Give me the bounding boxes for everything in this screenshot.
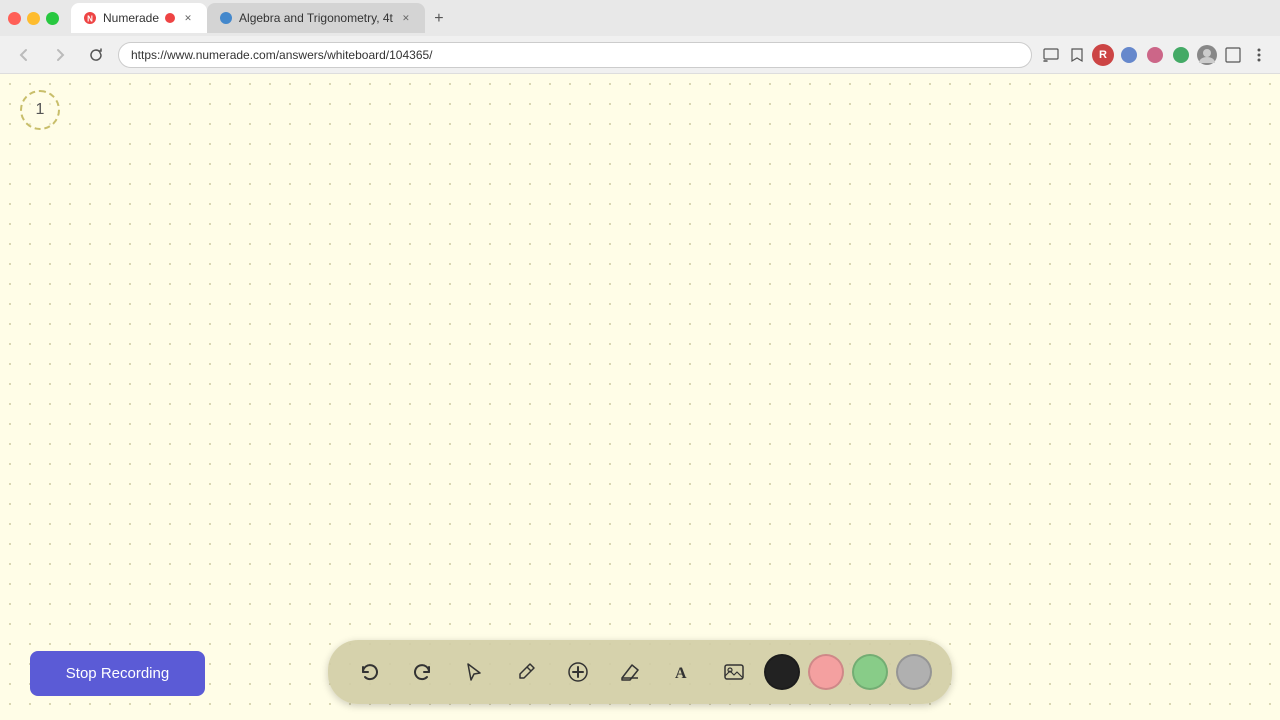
forward-button[interactable] [46, 41, 74, 69]
extension1-icon[interactable]: R [1092, 44, 1114, 66]
address-bar[interactable]: https://www.numerade.com/answers/whitebo… [118, 42, 1032, 68]
extension2-icon[interactable] [1118, 44, 1140, 66]
svg-text:N: N [87, 15, 93, 24]
maximize-button[interactable] [46, 12, 59, 25]
image-tool-button[interactable] [712, 650, 756, 694]
tabs-bar: N Numerade ✕ Algebra and Trigonometry, 4… [71, 3, 1272, 33]
refresh-button[interactable] [82, 41, 110, 69]
color-gray[interactable] [896, 654, 932, 690]
text-tool-button[interactable]: A [660, 650, 704, 694]
nav-icons: R [1040, 44, 1270, 66]
redo-button[interactable] [400, 650, 444, 694]
svg-text:A: A [675, 665, 687, 682]
tab-numerade-label: Numerade [103, 11, 159, 25]
url-text: https://www.numerade.com/answers/whitebo… [131, 48, 433, 62]
cast-icon[interactable] [1040, 44, 1062, 66]
tab-algebra-close[interactable]: ✕ [399, 11, 413, 25]
eraser-tool-button[interactable] [608, 650, 652, 694]
tab-algebra-label: Algebra and Trigonometry, 4t [239, 11, 393, 25]
color-black[interactable] [764, 654, 800, 690]
back-button[interactable] [10, 41, 38, 69]
page-number: 1 [36, 101, 45, 119]
page-indicator: 1 [20, 90, 60, 130]
tab-numerade[interactable]: N Numerade ✕ [71, 3, 207, 33]
window-icon[interactable] [1222, 44, 1244, 66]
extension4-icon[interactable] [1170, 44, 1192, 66]
undo-button[interactable] [348, 650, 392, 694]
stop-recording-label: Stop Recording [66, 665, 169, 682]
add-button[interactable] [556, 650, 600, 694]
profile-icon[interactable] [1196, 44, 1218, 66]
bookmark-icon[interactable] [1066, 44, 1088, 66]
close-button[interactable] [8, 12, 21, 25]
algebra-favicon [219, 11, 233, 25]
tab-numerade-close[interactable]: ✕ [181, 11, 195, 25]
title-bar: N Numerade ✕ Algebra and Trigonometry, 4… [0, 0, 1280, 36]
browser-frame: N Numerade ✕ Algebra and Trigonometry, 4… [0, 0, 1280, 720]
pointer-tool-button[interactable] [452, 650, 496, 694]
new-tab-button[interactable]: + [425, 5, 453, 33]
tab-algebra[interactable]: Algebra and Trigonometry, 4t ✕ [207, 3, 425, 33]
color-green[interactable] [852, 654, 888, 690]
pen-tool-button[interactable] [504, 650, 548, 694]
toolbar: A [328, 640, 952, 704]
recording-dot [165, 13, 175, 23]
color-pink[interactable] [808, 654, 844, 690]
stop-recording-button[interactable]: Stop Recording [30, 651, 205, 696]
traffic-lights [8, 12, 59, 25]
extension3-icon[interactable] [1144, 44, 1166, 66]
minimize-button[interactable] [27, 12, 40, 25]
nav-bar: https://www.numerade.com/answers/whitebo… [0, 36, 1280, 74]
whiteboard[interactable]: 1 Stop Recording [0, 74, 1280, 720]
numerade-favicon: N [83, 11, 97, 25]
menu-icon[interactable] [1248, 44, 1270, 66]
